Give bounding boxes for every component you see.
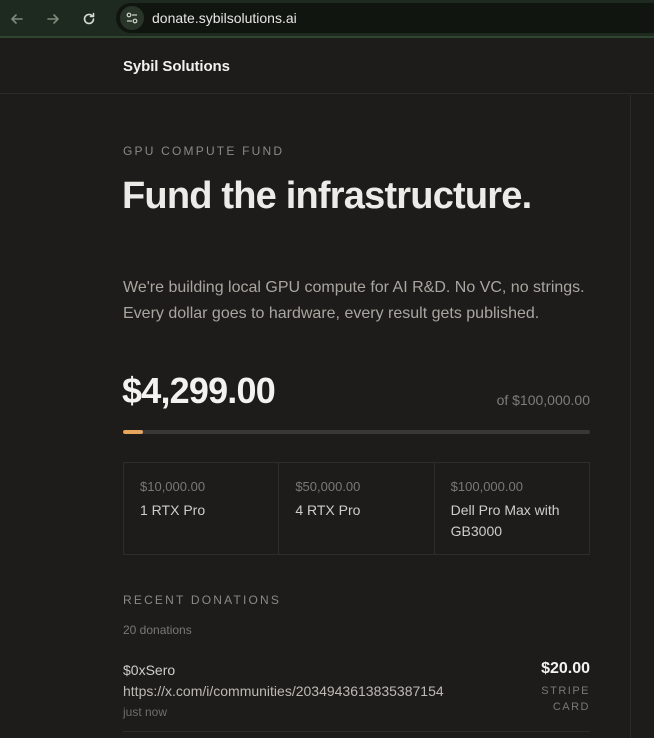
- vertical-divider: [630, 95, 631, 738]
- tier-name: Dell Pro Max with GB3000: [450, 502, 560, 539]
- progress-bar-fill: [123, 430, 144, 434]
- row-divider: [123, 731, 590, 732]
- tier-name: 1 RTX Pro: [140, 502, 206, 518]
- recent-donations-heading: RECENT DONATIONS: [123, 593, 282, 607]
- progress-bar: [123, 430, 590, 434]
- site-info-icon[interactable]: [120, 6, 144, 30]
- funding-goal: of $100,000.00: [496, 392, 590, 408]
- donation-message: https://x.com/i/communities/203494361383…: [123, 683, 444, 699]
- tier-name: 4 RTX Pro: [295, 502, 361, 518]
- amount-raised: $4,299.00: [122, 370, 276, 411]
- tier-amount: $100,000.00: [450, 479, 523, 494]
- hardware-tiers: $10,000.00 1 RTX Pro $50,000.00 4 RTX Pr…: [123, 462, 590, 555]
- tier-card: $50,000.00 4 RTX Pro: [279, 463, 435, 554]
- tier-card: $100,000.00 Dell Pro Max with GB3000: [435, 463, 589, 554]
- donor-name: $0xSero: [123, 662, 176, 678]
- intro-text: We're building local GPU compute for AI …: [123, 279, 585, 322]
- donation-time: just now: [123, 705, 168, 719]
- forward-arrow-icon[interactable]: [42, 8, 64, 30]
- url-text[interactable]: donate.sybilsolutions.ai: [152, 10, 297, 26]
- page-title: Fund the infrastructure.: [122, 175, 532, 217]
- reload-icon[interactable]: [78, 8, 100, 30]
- brand-logo-text[interactable]: Sybil Solutions: [123, 58, 230, 75]
- browser-toolbar: donate.sybilsolutions.ai: [0, 0, 654, 38]
- eyebrow-label: GPU COMPUTE FUND: [123, 144, 285, 158]
- donation-count: 20 donations: [123, 623, 192, 637]
- tier-amount: $50,000.00: [295, 479, 361, 494]
- address-bar[interactable]: donate.sybilsolutions.ai: [116, 3, 654, 33]
- tier-card: $10,000.00 1 RTX Pro: [124, 463, 280, 554]
- donation-amount: $20.00: [541, 660, 590, 677]
- site-header: Sybil Solutions: [0, 40, 654, 94]
- tier-amount: $10,000.00: [140, 479, 206, 494]
- payment-method: STRIPE CARD: [541, 685, 590, 713]
- back-arrow-icon[interactable]: [6, 8, 28, 30]
- donation-row: $0xSero https://x.com/i/communities/2034…: [123, 660, 590, 720]
